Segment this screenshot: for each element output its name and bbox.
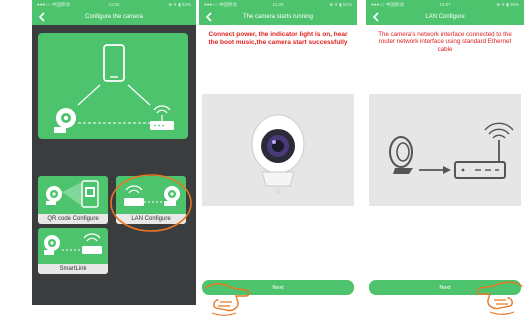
phone-configure-camera: ●●●○○ 中国移动 11:02 ⊕ ✈ ▮ 62% Configure the… [32,0,196,305]
router-icon [150,105,174,130]
router-icon [454,122,514,179]
back-arrow-icon[interactable] [370,11,382,23]
camera-icon [54,108,76,133]
phone-lan-configure: ●●●○○ 中国移动 10:07 ⊕ ✈ ▮ 35% LAN Configure… [366,0,524,305]
phone-camera-starts: ●●●○○ 中国移动 11:03 ⊕ ✈ ▮ 61% The camera st… [199,0,357,305]
configure-illustration [38,33,188,139]
nav-bar: LAN Configure [366,9,524,25]
lan-illustration [369,94,521,206]
clock-label: 11:02 [108,2,120,7]
camera-icon [389,136,413,174]
smartlink-icon [44,233,102,255]
page-title: The camera starts running [242,14,314,20]
back-arrow-icon[interactable] [36,11,48,23]
page-title: LAN Configure [425,14,465,20]
status-bar: ●●●○○ 中国移动 11:02 ⊕ ✈ ▮ 62% [32,0,196,9]
highlight-ellipse [110,174,192,232]
smartlink-option[interactable]: SmartLink [38,228,108,274]
instruction-message: Connect power, the indicator light is on… [208,31,348,46]
smartphone-icon [103,44,125,82]
nav-bar: Configure the camera [32,9,196,25]
nav-bar: The camera starts running [199,9,357,25]
clock-label: 11:03 [272,2,284,7]
instruction-message: The camera's network interface connected… [378,31,512,53]
hand-pointer-icon [205,283,250,316]
clock-label: 10:07 [439,2,451,7]
webcam-icon [251,114,305,194]
qr-code-configure-option[interactable]: QR code Configure [38,176,108,224]
status-bar: ●●●○○ 中国移动 10:07 ⊕ ✈ ▮ 35% [366,0,524,9]
back-arrow-icon[interactable] [203,11,215,23]
camera-illustration [202,94,354,206]
status-bar: ●●●○○ 中国移动 11:03 ⊕ ✈ ▮ 61% [199,0,357,9]
smartlink-option-label: SmartLink [38,264,108,274]
hand-pointer-icon [476,281,523,315]
arrow-icon [419,166,451,174]
qr-configure-icon [46,180,99,208]
qr-option-label: QR code Configure [38,214,108,224]
page-title: Configure the camera [85,14,143,20]
